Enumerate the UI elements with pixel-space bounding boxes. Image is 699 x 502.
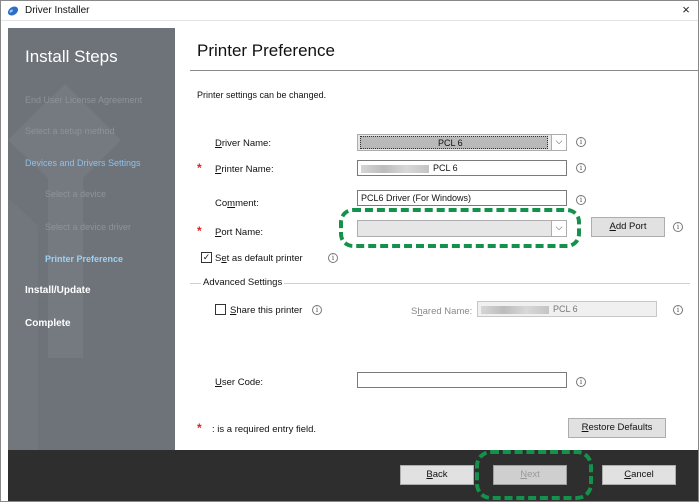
- driver-name-label: Driver Name:: [215, 138, 271, 149]
- required-marker: *: [197, 224, 202, 238]
- share-printer-checkbox[interactable]: [215, 304, 226, 315]
- step-select-device-driver: Select a device driver: [45, 222, 132, 232]
- install-steps-sidebar: Install Steps End User License Agreement…: [8, 28, 175, 450]
- driver-name-info-icon[interactable]: i: [576, 137, 586, 147]
- port-name-label: Port Name:: [215, 227, 264, 238]
- step-install-update: Install/Update: [25, 285, 91, 296]
- user-code-input[interactable]: [357, 372, 567, 388]
- port-name-highlight: [339, 208, 581, 248]
- sidebar-title: Install Steps: [25, 47, 118, 66]
- printer-name-input[interactable]: PCL 6: [357, 160, 567, 176]
- driver-name-select[interactable]: PCL 6 ⌵: [357, 134, 567, 151]
- title-divider: [190, 70, 698, 71]
- comment-info-icon[interactable]: i: [576, 195, 586, 205]
- user-code-info-icon[interactable]: i: [576, 377, 586, 387]
- close-icon[interactable]: ×: [674, 1, 698, 21]
- redacted-text: [481, 305, 549, 314]
- window-title: Driver Installer: [25, 5, 90, 16]
- step-select-a-device: Select a device: [45, 189, 107, 199]
- share-printer-label[interactable]: Share this printer: [230, 305, 302, 316]
- add-port-button[interactable]: Add Port: [591, 217, 665, 237]
- step-end-user-license-agreement: End User License Agreement: [25, 95, 143, 105]
- advanced-settings-title: Advanced Settings: [201, 277, 285, 288]
- restore-defaults-button[interactable]: Restore Defaults: [568, 418, 666, 438]
- required-marker: *: [197, 161, 202, 175]
- title-bar: Driver Installer ×: [1, 1, 698, 21]
- driver-installer-window: Driver Installer × Install Steps End Use…: [0, 0, 699, 502]
- driver-installer-icon: [7, 6, 19, 16]
- sidebar-arrow-decoration: [8, 84, 121, 450]
- page-title: Printer Preference: [197, 41, 335, 60]
- port-name-info-icon[interactable]: i: [673, 222, 683, 232]
- page-subtitle: Printer settings can be changed.: [197, 90, 327, 100]
- shared-name-label: Shared Name:: [411, 306, 473, 317]
- step-devices-and-drivers-settings: Devices and Drivers Settings: [25, 158, 141, 168]
- comment-label: Comment:: [215, 198, 259, 209]
- step-printer-preference: Printer Preference: [45, 254, 124, 264]
- printer-name-label: Printer Name:: [215, 164, 274, 175]
- shared-name-input[interactable]: PCL 6: [477, 301, 657, 317]
- required-marker: *: [197, 421, 202, 435]
- set-default-info-icon[interactable]: i: [328, 253, 338, 263]
- required-note: : is a required entry field.: [212, 424, 317, 435]
- set-default-checkbox[interactable]: ✓: [201, 252, 212, 263]
- redacted-text: [361, 164, 429, 173]
- set-default-label[interactable]: Set as default printer: [215, 253, 303, 264]
- comment-input[interactable]: PCL6 Driver (For Windows): [357, 190, 567, 206]
- back-button[interactable]: Back: [400, 465, 474, 485]
- printer-name-value: PCL 6: [433, 163, 458, 173]
- shared-name-info-icon[interactable]: i: [673, 305, 683, 315]
- user-code-label: User Code:: [215, 377, 264, 388]
- next-button-highlight: [475, 450, 593, 500]
- driver-name-value: PCL 6: [438, 138, 463, 148]
- chevron-down-icon: ⌵: [551, 135, 566, 150]
- shared-name-value: PCL 6: [553, 304, 578, 314]
- step-select-setup-method: Select a setup method: [25, 126, 115, 136]
- step-complete: Complete: [25, 318, 71, 329]
- printer-name-info-icon[interactable]: i: [576, 163, 586, 173]
- cancel-button[interactable]: Cancel: [602, 465, 676, 485]
- share-printer-info-icon[interactable]: i: [312, 305, 322, 315]
- footer-bar: [8, 450, 698, 501]
